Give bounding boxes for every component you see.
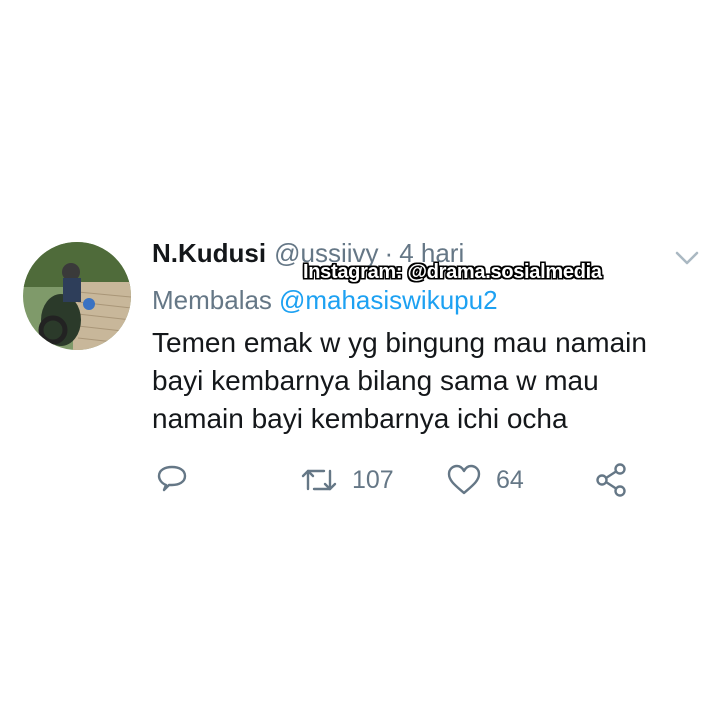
- like-button[interactable]: 64: [446, 456, 524, 504]
- retweet-button[interactable]: 107: [300, 456, 394, 504]
- like-count: 64: [496, 465, 524, 494]
- retweet-count: 107: [352, 465, 394, 494]
- tweet-actions: 107 64: [0, 456, 720, 504]
- share-button[interactable]: [594, 456, 630, 504]
- reply-label: Membalas: [152, 285, 272, 315]
- reply-button[interactable]: [155, 456, 189, 504]
- reply-context: Membalas @mahasiswikupu2: [152, 285, 498, 316]
- share-icon: [594, 462, 630, 498]
- avatar[interactable]: [23, 242, 131, 350]
- chevron-down-icon[interactable]: [674, 248, 700, 268]
- tweet-text: Temen emak w yg bingung mau namain bayi …: [152, 327, 647, 434]
- reply-mention-link[interactable]: @mahasiswikupu2: [279, 285, 498, 315]
- display-name[interactable]: N.Kudusi: [152, 238, 266, 269]
- watermark: Instagram: @drama.sosialmedia: [303, 261, 602, 283]
- heart-icon: [446, 463, 482, 497]
- reply-icon: [155, 463, 189, 497]
- retweet-icon: [300, 463, 338, 497]
